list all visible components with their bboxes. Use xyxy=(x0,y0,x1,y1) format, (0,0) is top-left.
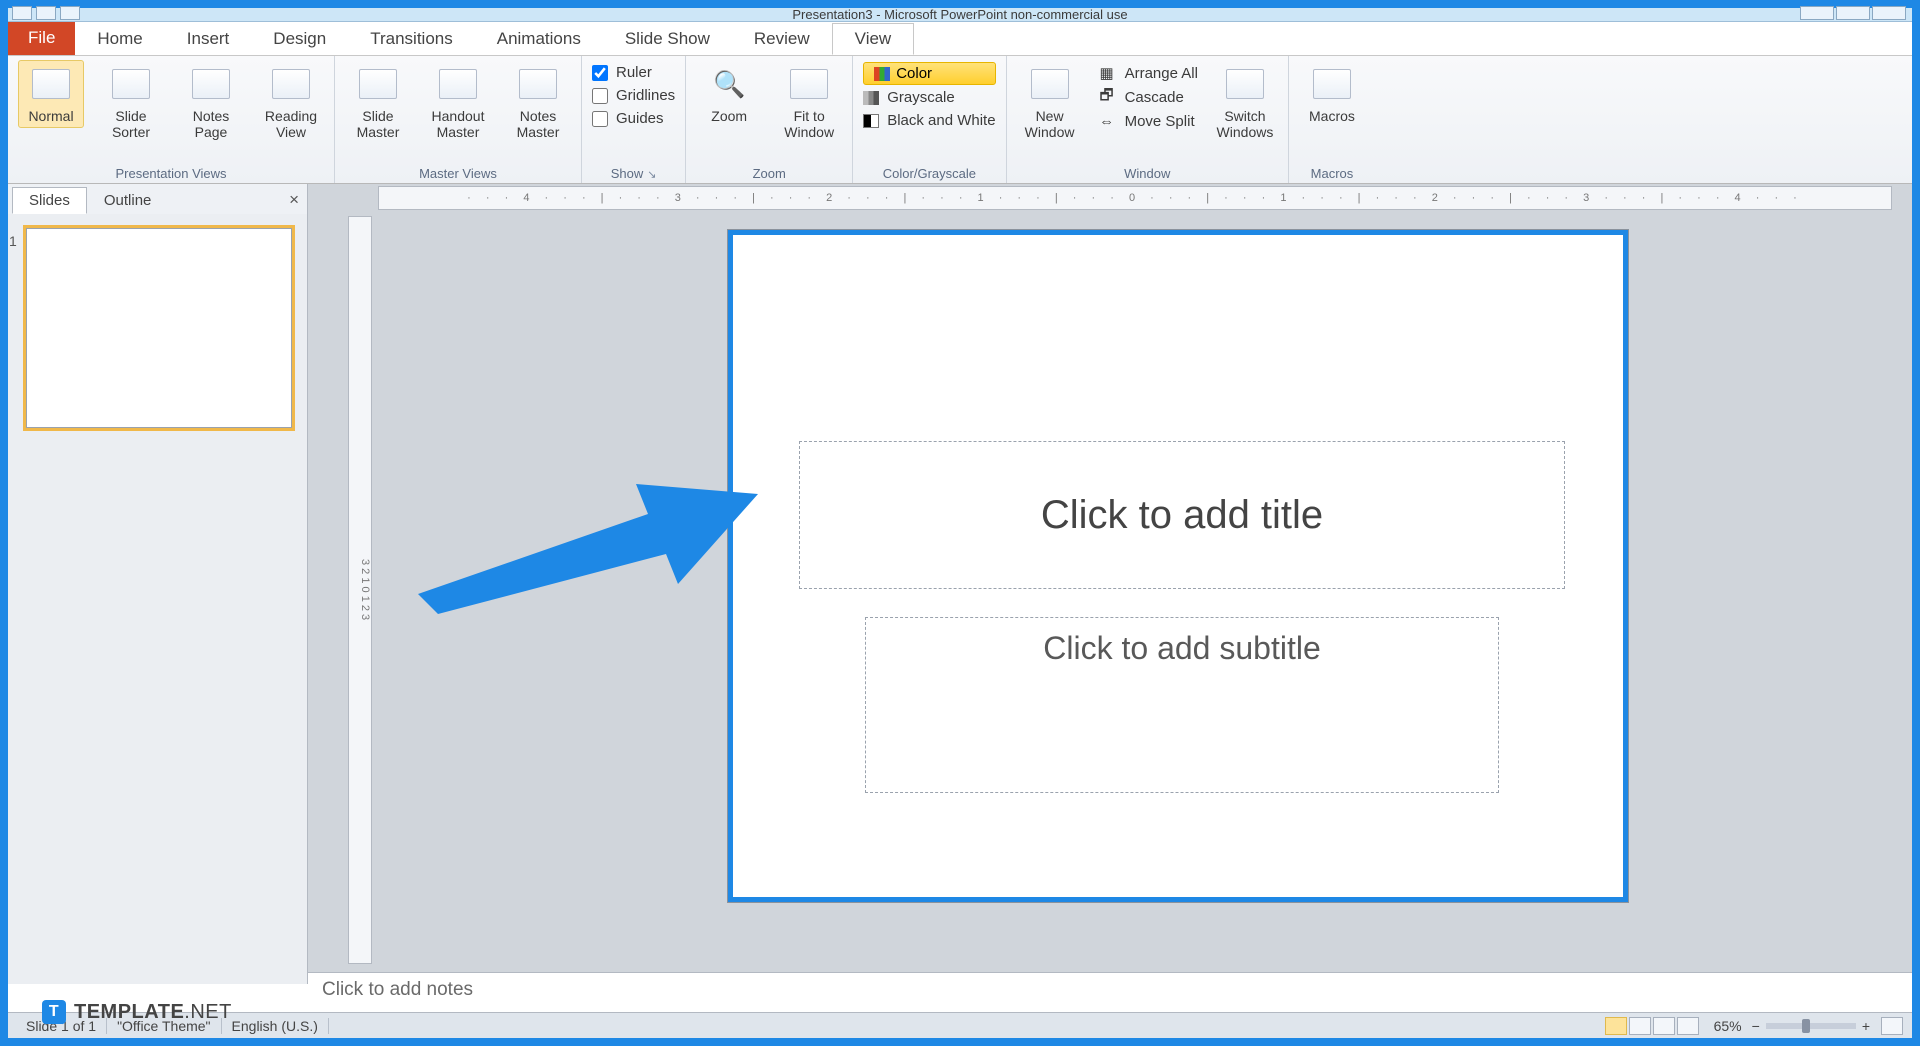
annotation-arrow-icon xyxy=(418,454,758,614)
arrange-all-icon: ▦ xyxy=(1097,64,1117,82)
close-pane-button[interactable]: × xyxy=(289,190,299,210)
cascade-icon: 🗗 xyxy=(1097,88,1117,106)
tab-insert[interactable]: Insert xyxy=(165,23,252,55)
ribbon: Normal Slide Sorter Notes Page Reading V… xyxy=(8,56,1912,184)
quick-access-toolbar[interactable] xyxy=(12,6,80,20)
slide-editor[interactable]: Click to add title Click to add subtitle xyxy=(728,230,1628,902)
handout-master-icon xyxy=(439,69,477,99)
zoom-out-button[interactable]: − xyxy=(1752,1018,1760,1034)
move-split-button[interactable]: ⇔Move Split xyxy=(1097,110,1198,132)
window-controls[interactable] xyxy=(1800,6,1906,20)
group-label-show[interactable]: Show xyxy=(592,164,675,181)
fit-slide-button[interactable] xyxy=(1881,1017,1903,1035)
status-language[interactable]: English (U.S.) xyxy=(222,1018,329,1034)
group-show: Ruler Gridlines Guides Show xyxy=(582,56,686,183)
slide-sorter-button[interactable]: Slide Sorter xyxy=(98,60,164,140)
watermark: T TEMPLATE.NET xyxy=(42,1000,232,1024)
horizontal-ruler: · · · 4 · · · | · · · 3 · · · | · · · 2 … xyxy=(378,186,1892,210)
group-label-zoom: Zoom xyxy=(696,164,842,181)
tab-review[interactable]: Review xyxy=(732,23,832,55)
grayscale-button[interactable]: Grayscale xyxy=(863,87,995,108)
magnifier-icon: 🔍 xyxy=(709,64,749,104)
statusbar-reading-view-button[interactable] xyxy=(1653,1017,1675,1035)
grayscale-icon xyxy=(863,91,879,105)
group-presentation-views: Normal Slide Sorter Notes Page Reading V… xyxy=(8,56,335,183)
tab-design[interactable]: Design xyxy=(251,23,348,55)
tab-slide-show[interactable]: Slide Show xyxy=(603,23,732,55)
fit-to-window-button[interactable]: Fit to Window xyxy=(776,60,842,140)
slide-thumbnails[interactable] xyxy=(8,214,307,984)
workspace: Slides Outline × · · · 4 · · · | · · · 3… xyxy=(8,184,1912,984)
zoom-in-button[interactable]: + xyxy=(1862,1018,1870,1034)
notes-master-icon xyxy=(519,69,557,99)
statusbar-slideshow-view-button[interactable] xyxy=(1677,1017,1699,1035)
zoom-level[interactable]: 65% xyxy=(1714,1018,1742,1034)
slide-thumbnail-1[interactable] xyxy=(26,228,292,428)
subtitle-placeholder[interactable]: Click to add subtitle xyxy=(865,617,1499,793)
watermark-logo-icon: T xyxy=(42,1000,66,1024)
group-label-presentation-views: Presentation Views xyxy=(18,164,324,181)
switch-windows-icon xyxy=(1225,64,1265,104)
zoom-slider[interactable] xyxy=(1766,1023,1856,1029)
new-window-icon xyxy=(1030,64,1070,104)
title-bar: Presentation3 - Microsoft PowerPoint non… xyxy=(8,8,1912,22)
ribbon-tabs: File Home Insert Design Transitions Anim… xyxy=(8,22,1912,56)
arrange-all-button[interactable]: ▦Arrange All xyxy=(1097,62,1198,84)
new-window-button[interactable]: New Window xyxy=(1017,60,1083,140)
group-master-views: Slide Master Handout Master Notes Master… xyxy=(335,56,582,183)
notes-page-icon xyxy=(192,69,230,99)
notes-page-button[interactable]: Notes Page xyxy=(178,60,244,140)
notes-pane[interactable]: Click to add notes xyxy=(308,972,1912,1012)
slides-tab[interactable]: Slides xyxy=(12,187,87,214)
handout-master-button[interactable]: Handout Master xyxy=(425,60,491,140)
macros-icon xyxy=(1312,64,1352,104)
gridlines-checkbox[interactable]: Gridlines xyxy=(592,87,675,104)
bw-icon xyxy=(863,114,879,128)
notes-master-button[interactable]: Notes Master xyxy=(505,60,571,140)
slides-outline-tabs: Slides Outline × xyxy=(8,184,307,214)
switch-windows-button[interactable]: Switch Windows xyxy=(1212,60,1278,140)
guides-checkbox[interactable]: Guides xyxy=(592,110,675,127)
vertical-ruler: 3 2 1 0 1 2 3 xyxy=(348,216,372,964)
color-icon xyxy=(874,67,890,81)
tab-file[interactable]: File xyxy=(8,21,75,55)
group-macros: Macros Macros xyxy=(1289,56,1375,183)
cascade-button[interactable]: 🗗Cascade xyxy=(1097,86,1198,108)
window-title: Presentation3 - Microsoft PowerPoint non… xyxy=(792,7,1127,22)
group-label-macros: Macros xyxy=(1299,164,1365,181)
statusbar-sorter-view-button[interactable] xyxy=(1629,1017,1651,1035)
zoom-button[interactable]: 🔍 Zoom xyxy=(696,60,762,124)
black-and-white-button[interactable]: Black and White xyxy=(863,110,995,131)
slide-master-button[interactable]: Slide Master xyxy=(345,60,411,140)
slides-outline-pane: Slides Outline × xyxy=(8,184,308,984)
reading-view-button[interactable]: Reading View xyxy=(258,60,324,140)
color-button[interactable]: Color xyxy=(863,62,995,85)
slide-sorter-icon xyxy=(112,69,150,99)
group-window: New Window ▦Arrange All 🗗Cascade ⇔Move S… xyxy=(1007,56,1289,183)
tab-view[interactable]: View xyxy=(832,23,915,55)
reading-view-icon xyxy=(272,69,310,99)
group-color-grayscale: Color Grayscale Black and White Color/Gr… xyxy=(853,56,1006,183)
status-bar: Slide 1 of 1 "Office Theme" English (U.S… xyxy=(8,1012,1912,1038)
normal-view-button[interactable]: Normal xyxy=(18,60,84,128)
statusbar-normal-view-button[interactable] xyxy=(1605,1017,1627,1035)
tab-transitions[interactable]: Transitions xyxy=(348,23,475,55)
group-label-master-views: Master Views xyxy=(345,164,571,181)
move-split-icon: ⇔ xyxy=(1097,112,1117,130)
title-placeholder[interactable]: Click to add title xyxy=(799,441,1565,589)
group-zoom: 🔍 Zoom Fit to Window Zoom xyxy=(686,56,853,183)
tab-animations[interactable]: Animations xyxy=(475,23,603,55)
slide-master-icon xyxy=(359,69,397,99)
ruler-checkbox[interactable]: Ruler xyxy=(592,64,675,81)
group-label-window: Window xyxy=(1017,164,1278,181)
slide-canvas-area: · · · 4 · · · | · · · 3 · · · | · · · 2 … xyxy=(308,184,1912,984)
macros-button[interactable]: Macros xyxy=(1299,60,1365,124)
fit-window-icon xyxy=(789,64,829,104)
tab-home[interactable]: Home xyxy=(75,23,164,55)
group-label-color: Color/Grayscale xyxy=(863,164,995,181)
normal-view-icon xyxy=(32,69,70,99)
outline-tab[interactable]: Outline xyxy=(87,187,169,214)
